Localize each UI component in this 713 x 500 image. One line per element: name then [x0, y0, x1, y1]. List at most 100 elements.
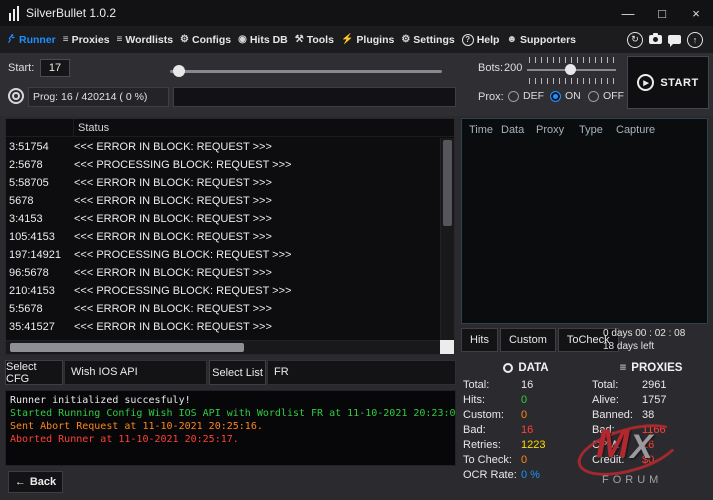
proxies-panel-header: ≡ PROXIES — [592, 358, 710, 377]
menu-plugins[interactable]: ⚡ Plugins — [341, 34, 394, 46]
row-status: <<< ERROR IN BLOCK: REQUEST >>> — [74, 195, 272, 207]
tab-hits[interactable]: Hits — [461, 328, 498, 352]
list-item[interactable]: 5:58705<<< ERROR IN BLOCK: REQUEST >>> — [6, 174, 440, 192]
config-name-field[interactable]: Wish IOS API — [64, 360, 207, 385]
list-item[interactable]: 3:4153<<< ERROR IN BLOCK: REQUEST >>> — [6, 210, 440, 228]
stat-tocheck: To Check:0 — [463, 452, 589, 467]
data-panel-title: DATA — [518, 362, 548, 374]
capture-column-header[interactable]: Capture — [616, 124, 655, 136]
radio-circle-icon — [588, 91, 599, 102]
tab-custom[interactable]: Custom — [500, 328, 556, 352]
menu-help[interactable]: ? Help — [462, 34, 500, 46]
minimize-icon[interactable]: — — [611, 0, 645, 26]
camera-icon[interactable] — [649, 35, 662, 44]
data-panel-header: DATA — [463, 358, 589, 377]
progress-bar — [173, 87, 456, 107]
time-column-header[interactable]: Time — [469, 124, 501, 136]
proxy-stat-credit: Credit:$0 — [592, 452, 710, 467]
slider-track — [170, 70, 442, 73]
select-list-button[interactable]: Select List — [209, 360, 266, 385]
menu-wordlists[interactable]: ≡ Wordlists — [117, 34, 174, 46]
stat-total: Total:16 — [463, 377, 589, 392]
scrollbar-corner — [440, 340, 454, 354]
list-rows: 3:51754<<< ERROR IN BLOCK: REQUEST >>> 2… — [6, 138, 440, 340]
runner-log[interactable]: Runner initialized succesfuly! Started R… — [5, 390, 456, 466]
gauge-icon — [503, 363, 513, 373]
list-item[interactable]: 2:5678<<< PROCESSING BLOCK: REQUEST >>> — [6, 156, 440, 174]
progress-text: Prog: 16 / 420214 ( 0 %) — [28, 87, 169, 107]
history-icon[interactable]: ↻ — [627, 32, 643, 48]
chat-icon[interactable] — [668, 35, 681, 44]
slider-thumb[interactable] — [173, 65, 185, 77]
list-item[interactable]: 105:4153<<< ERROR IN BLOCK: REQUEST >>> — [6, 228, 440, 246]
slider-thumb[interactable] — [565, 64, 576, 75]
list-item[interactable]: 197:14921<<< PROCESSING BLOCK: REQUEST >… — [6, 246, 440, 264]
data-column-header[interactable]: Data — [501, 124, 536, 136]
select-cfg-button[interactable]: Select CFG — [5, 360, 63, 385]
status-column-header[interactable]: Status — [74, 122, 109, 134]
elapsed-time: 0 days 00 : 02 : 08 — [603, 327, 685, 340]
list-item[interactable]: 35:41527<<< ERROR IN BLOCK: REQUEST >>> — [6, 318, 440, 336]
list-item[interactable]: 5678<<< ERROR IN BLOCK: REQUEST >>> — [6, 192, 440, 210]
menu-supporters[interactable]: ☻ Supporters — [506, 34, 576, 46]
menu-runner-label: Runner — [19, 34, 56, 46]
scrollbar-thumb[interactable] — [10, 343, 244, 352]
start-position-input[interactable] — [40, 59, 70, 77]
play-icon: ▶ — [637, 74, 654, 91]
maximize-icon[interactable]: □ — [645, 0, 679, 26]
wordlist-name-field[interactable]: FR — [267, 360, 456, 385]
menu-quick-actions: ↻ ↑ — [627, 32, 707, 48]
window-controls: — □ × — [611, 0, 713, 26]
start-button-label: START — [660, 77, 698, 89]
menu-settings[interactable]: ⚙ Settings — [401, 34, 454, 46]
type-column-header[interactable]: Type — [579, 124, 616, 136]
back-button-label: Back — [30, 476, 56, 488]
list-item[interactable]: 5:5678<<< ERROR IN BLOCK: REQUEST >>> — [6, 300, 440, 318]
proxy-radio-on[interactable]: ON — [550, 90, 581, 102]
row-id: 3:4153 — [6, 213, 74, 225]
progress-circle-icon[interactable] — [8, 88, 24, 104]
horizontal-scrollbar[interactable] — [6, 340, 440, 354]
supporters-icon: ☻ — [506, 35, 517, 45]
proxy-column-header[interactable]: Proxy — [536, 124, 579, 136]
menu-tools[interactable]: ⚒ Tools — [295, 34, 334, 46]
menu-configs[interactable]: ⚙ Configs — [180, 34, 231, 46]
menu-runner[interactable]: Runner — [6, 33, 56, 47]
row-status: <<< PROCESSING BLOCK: REQUEST >>> — [74, 159, 291, 171]
list-item[interactable]: 3:51754<<< ERROR IN BLOCK: REQUEST >>> — [6, 138, 440, 156]
proxy-stat-cpm: CPM:16 — [592, 437, 710, 452]
back-button[interactable]: ← Back — [8, 471, 63, 493]
menu-hits-db[interactable]: ◉ Hits DB — [238, 34, 288, 46]
scrollbar-thumb[interactable] — [443, 140, 452, 226]
menu-proxies[interactable]: ≡ Proxies — [63, 34, 110, 46]
row-status: <<< ERROR IN BLOCK: REQUEST >>> — [74, 267, 272, 279]
hits-table: Time Data Proxy Type Capture — [461, 118, 708, 324]
runner-icon — [6, 33, 16, 47]
back-arrow-icon: ← — [15, 476, 26, 488]
menu-configs-label: Configs — [192, 34, 231, 46]
log-line: Aborted Runner at 11-10-2021 20:25:17. — [10, 433, 451, 446]
menu-hits-db-label: Hits DB — [250, 34, 288, 46]
bots-slider[interactable] — [527, 57, 616, 84]
upload-icon[interactable]: ↑ — [687, 32, 703, 48]
proxy-radio-off[interactable]: OFF — [588, 90, 624, 102]
proxies-list-icon: ≡ — [620, 362, 627, 374]
stat-bad: Bad:16 — [463, 422, 589, 437]
data-stats-panel: DATA Total:16 Hits:0 Custom:0 Bad:16 Ret… — [463, 358, 589, 482]
session-timer: 0 days 00 : 02 : 08 18 days left — [603, 327, 685, 353]
hits-db-icon: ◉ — [238, 35, 247, 45]
row-id: 96:5678 — [6, 267, 74, 279]
close-icon[interactable]: × — [679, 0, 713, 26]
proxies-icon: ≡ — [63, 35, 69, 45]
vertical-scrollbar[interactable] — [440, 138, 454, 340]
row-status: <<< ERROR IN BLOCK: REQUEST >>> — [74, 177, 272, 189]
menu-proxies-label: Proxies — [72, 34, 110, 46]
license-days-left: 18 days left — [603, 340, 685, 353]
hits-tabs: Hits Custom ToCheck — [461, 328, 619, 352]
list-item[interactable]: 210:4153<<< PROCESSING BLOCK: REQUEST >>… — [6, 282, 440, 300]
start-position-slider[interactable] — [170, 64, 442, 78]
proxy-radio-def[interactable]: DEF — [508, 90, 544, 102]
row-status: <<< ERROR IN BLOCK: REQUEST >>> — [74, 141, 272, 153]
start-button[interactable]: ▶ START — [627, 56, 709, 109]
list-item[interactable]: 96:5678<<< ERROR IN BLOCK: REQUEST >>> — [6, 264, 440, 282]
